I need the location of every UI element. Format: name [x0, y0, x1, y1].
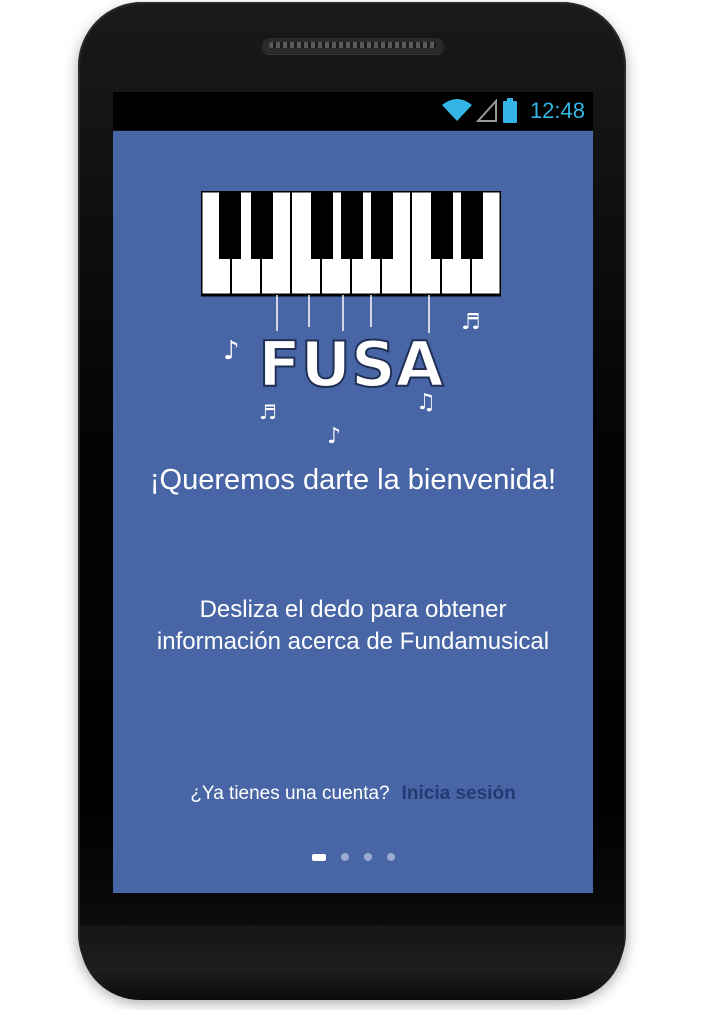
page-indicator: [113, 853, 593, 861]
signal-icon: [475, 99, 497, 122]
speaker-grill: [261, 36, 445, 54]
account-question: ¿Ya tienes una cuenta?: [190, 783, 390, 804]
login-link[interactable]: Inicia sesión: [402, 783, 516, 805]
svg-text:♪: ♪: [223, 336, 240, 366]
svg-text:♫: ♫: [416, 390, 436, 415]
svg-text:♬: ♬: [259, 400, 277, 424]
welcome-screen[interactable]: FUSA ♪ ♬ ♬ ♪ ♫ ¡Queremos darte la bienve…: [113, 131, 593, 893]
fusa-logo: FUSA ♪ ♬ ♬ ♪ ♫: [201, 191, 501, 449]
welcome-headline: ¡Queremos darte la bienvenida!: [149, 464, 557, 496]
svg-text:♬: ♬: [461, 310, 481, 335]
svg-text:♪: ♪: [327, 424, 341, 449]
battery-icon: [502, 98, 517, 123]
clock: 12:48: [529, 98, 585, 123]
phone-chin: [80, 925, 624, 1000]
wifi-icon: [441, 99, 472, 121]
page-dot-3[interactable]: [363, 853, 372, 861]
page-dot-4[interactable]: [386, 853, 395, 861]
page-dot-2[interactable]: [340, 853, 349, 861]
page-dot-1[interactable]: [311, 853, 326, 861]
status-bar: 12:48: [113, 92, 593, 130]
account-row: ¿Ya tienes una cuenta? Inicia sesión: [113, 783, 593, 805]
welcome-subtext: Desliza el dedo para obtener información…: [156, 596, 550, 655]
